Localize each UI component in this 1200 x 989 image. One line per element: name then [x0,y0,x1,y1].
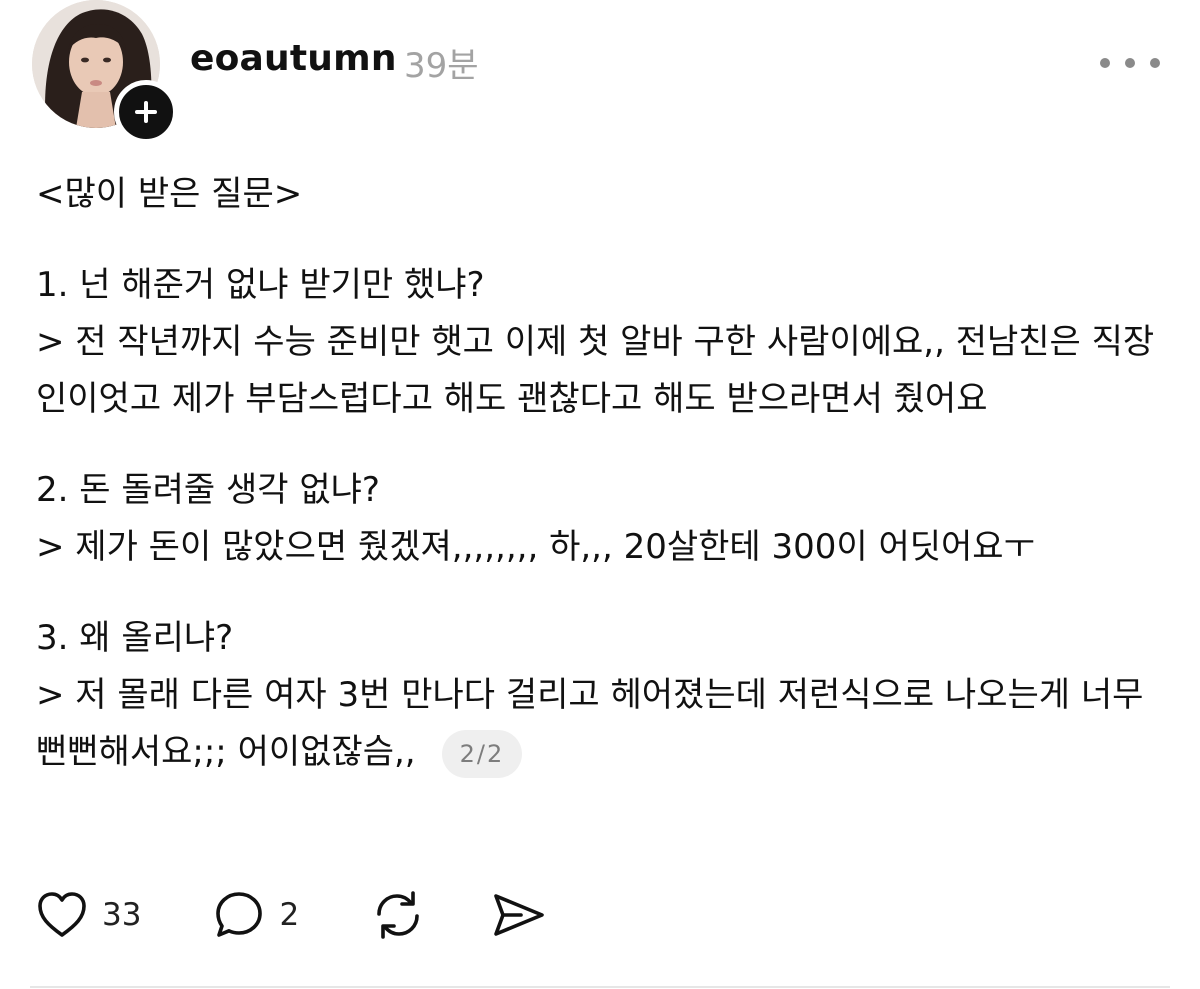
thread-post: eoautumn 39분 <많이 받은 질문> 1. 넌 해준거 없냐 받기만 … [0,0,1200,989]
like-count: 33 [102,897,142,933]
speech-bubble-icon [216,892,263,937]
repost-icon [377,891,419,939]
comment-count: 2 [279,897,300,933]
answer-3: > 저 몰래 다른 여자 3번 만나다 걸리고 헤어졌는데 저런식으로 나오는게… [36,667,1176,781]
post-heading: <많이 받은 질문> [36,174,303,214]
repost-button[interactable] [371,889,425,941]
post-timestamp: 39분 [404,46,479,86]
like-button[interactable]: 33 [36,890,141,940]
answer-1: > 전 작년까지 수능 준비만 햇고 이제 첫 알바 구한 사람이에요,, 전남… [36,322,1155,419]
more-dot-icon [1150,58,1160,68]
post-divider [30,986,1170,988]
send-icon [494,894,544,936]
heart-icon [38,892,86,937]
plus-icon [135,101,157,123]
author-username[interactable]: eoautumn [190,38,397,79]
comment-button[interactable]: 2 [213,889,299,941]
post-body: <많이 받은 질문> 1. 넌 해준거 없냐 받기만 했냐? > 전 작년까지 … [36,166,1176,781]
author-avatar[interactable] [32,0,178,144]
action-bar: 33 2 [36,885,547,945]
question-2: 2. 돈 돌려줄 생각 없냐? [36,470,380,510]
more-dot-icon [1100,58,1110,68]
answer-2: > 제가 돈이 많았으면 줬겠져,,,,,,,, 하,,, 20살한테 300이… [36,527,1035,567]
page-indicator-badge: 2/2 [441,729,523,778]
question-3: 3. 왜 올리냐? [36,618,234,658]
share-button[interactable] [491,890,547,940]
question-1: 1. 넌 해준거 없냐 받기만 했냐? [36,265,485,305]
follow-button[interactable] [114,80,178,144]
answer-3-text: > 저 몰래 다른 여자 3번 만나다 걸리고 헤어졌는데 저런식으로 나오는게… [36,675,1144,772]
more-options-button[interactable] [1100,50,1160,76]
more-dot-icon [1125,58,1135,68]
